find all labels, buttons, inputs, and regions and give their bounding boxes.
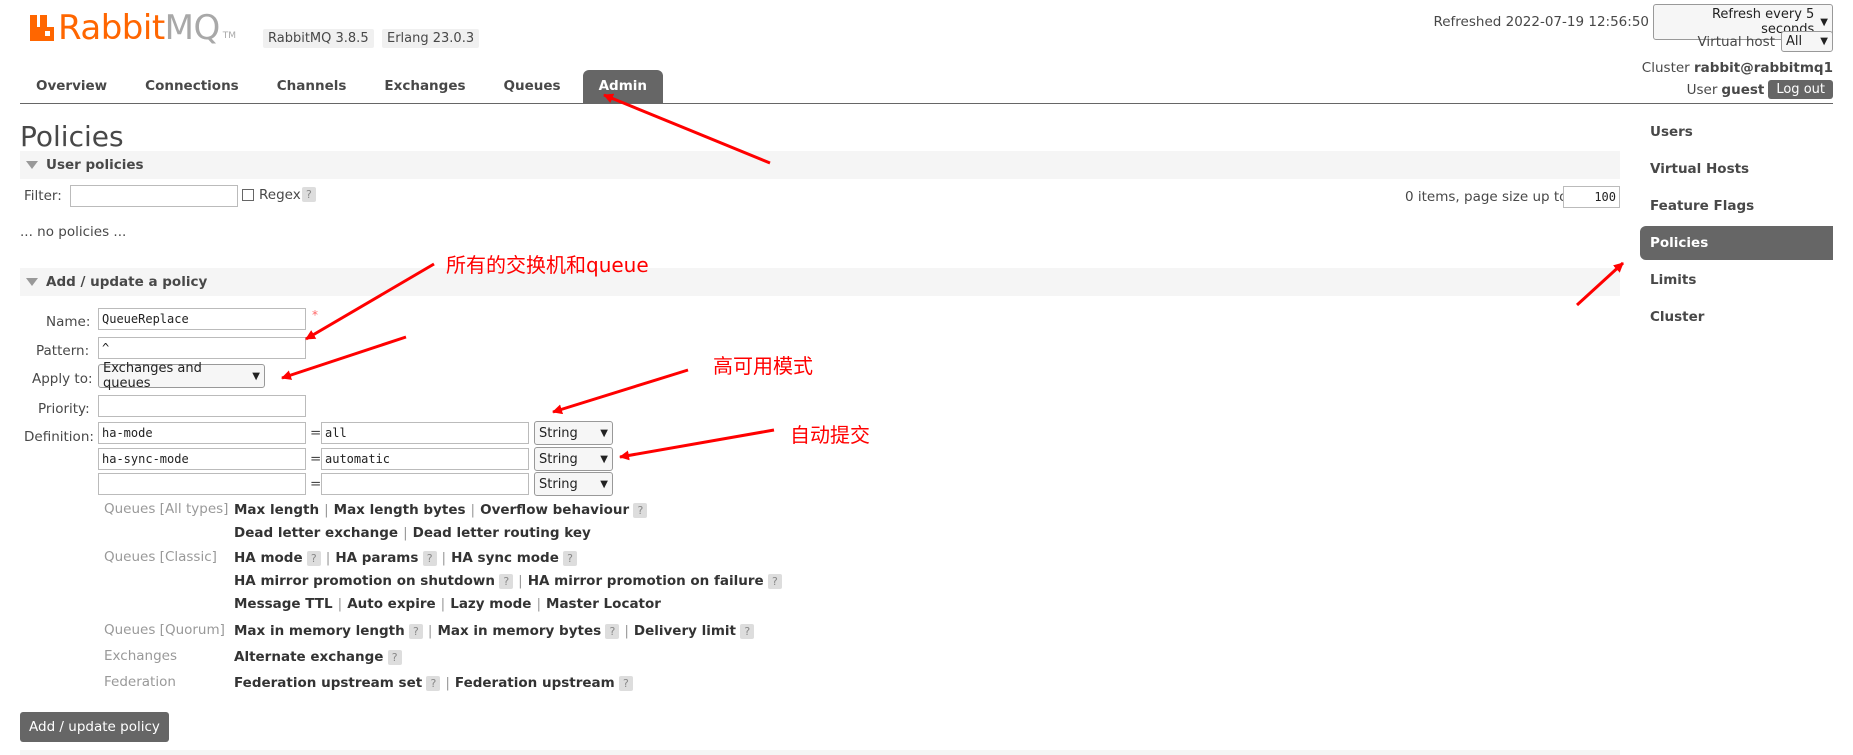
arrow-to-admin-tab	[603, 93, 771, 165]
arrow-to-ha-mode-type	[552, 368, 689, 415]
arrow-to-apply-to	[281, 335, 407, 380]
annotation-arrows	[281, 93, 1625, 461]
arrow-to-policies-sidebar	[1575, 261, 1625, 307]
arrow-to-pattern	[305, 262, 435, 341]
arrow-to-ha-sync-type	[619, 428, 775, 461]
